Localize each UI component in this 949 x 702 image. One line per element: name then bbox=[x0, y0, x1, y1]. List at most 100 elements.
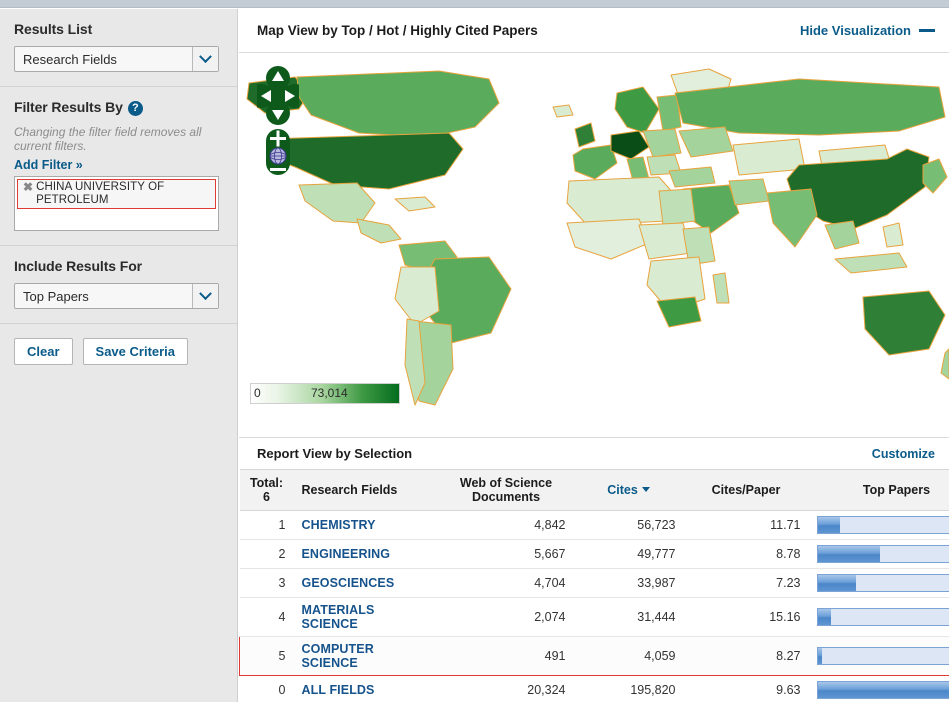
legend-min-value: 0 bbox=[254, 386, 261, 400]
row-cites-per-paper: 7.23 bbox=[684, 569, 809, 598]
column-research-fields: Research Fields bbox=[294, 470, 439, 511]
top-papers-bar: 40 bbox=[817, 516, 949, 534]
column-cites[interactable]: Cites bbox=[574, 470, 684, 511]
row-rank: 0 bbox=[240, 676, 294, 702]
table-row[interactable]: 4MATERIALS SCIENCE2,07431,44415.1624 bbox=[240, 598, 949, 637]
research-field-link[interactable]: CHEMISTRY bbox=[302, 518, 376, 532]
filter-note: Changing the filter field removes all cu… bbox=[14, 125, 223, 153]
research-field-link[interactable]: ENGINEERING bbox=[302, 547, 391, 561]
row-cites-per-paper: 15.16 bbox=[684, 598, 809, 637]
column-top-papers: Top Papers bbox=[809, 470, 949, 511]
map-navigation-control[interactable] bbox=[257, 65, 299, 175]
row-rank: 2 bbox=[240, 540, 294, 569]
row-cites: 4,059 bbox=[574, 637, 684, 676]
report-table: Total: 6 Research Fields Web of Science … bbox=[239, 469, 949, 702]
row-cites-per-paper: 11.71 bbox=[684, 511, 809, 540]
hide-visualization-link[interactable]: Hide Visualization bbox=[800, 23, 935, 38]
column-total: Total: 6 bbox=[240, 470, 294, 511]
table-row[interactable]: 0 ALL FIELDS 20,324195,8209.63 297 bbox=[240, 676, 949, 702]
column-web-of-science-documents: Web of Science Documents bbox=[439, 470, 574, 511]
results-list-selected-value: Research Fields bbox=[15, 52, 117, 67]
row-top-papers: 24 bbox=[809, 598, 949, 637]
close-icon[interactable]: ✖ bbox=[23, 181, 33, 194]
row-top-papers: 297 bbox=[809, 676, 949, 702]
filter-results-title: Filter Results By? bbox=[14, 99, 223, 116]
include-results-section: Include Results For Top Papers bbox=[0, 246, 237, 324]
row-documents: 5,667 bbox=[439, 540, 574, 569]
sidebar: Results List Research Fields Filter Resu… bbox=[0, 9, 238, 702]
row-cites: 195,820 bbox=[574, 676, 684, 702]
table-row[interactable]: 2ENGINEERING5,66749,7778.78112 bbox=[240, 540, 949, 569]
row-cites: 56,723 bbox=[574, 511, 684, 540]
total-value: 6 bbox=[248, 490, 286, 504]
research-field-link[interactable]: ALL FIELDS bbox=[302, 683, 375, 697]
top-papers-bar-fill bbox=[818, 609, 831, 625]
row-top-papers: 9 bbox=[809, 637, 949, 676]
row-research-field: COMPUTER SCIENCE bbox=[294, 637, 439, 676]
research-field-link[interactable]: GEOSCIENCES bbox=[302, 576, 395, 590]
row-cites-per-paper: 8.78 bbox=[684, 540, 809, 569]
chevron-down-icon[interactable] bbox=[192, 47, 218, 71]
row-rank: 1 bbox=[240, 511, 294, 540]
help-icon[interactable]: ? bbox=[128, 101, 143, 116]
row-research-field: MATERIALS SCIENCE bbox=[294, 598, 439, 637]
table-row[interactable]: 1 CHEMISTRY 4,84256,72311.71 40 bbox=[240, 511, 949, 540]
clear-button[interactable]: Clear bbox=[14, 338, 73, 365]
top-papers-bar-fill bbox=[818, 648, 823, 664]
row-documents: 491 bbox=[439, 637, 574, 676]
results-list-section: Results List Research Fields bbox=[0, 9, 237, 87]
top-papers-bar-fill bbox=[818, 575, 857, 591]
customize-link[interactable]: Customize bbox=[872, 447, 935, 461]
table-row[interactable]: 3GEOSCIENCES4,70433,9877.2369 bbox=[240, 569, 949, 598]
row-documents: 2,074 bbox=[439, 598, 574, 637]
row-cites: 31,444 bbox=[574, 598, 684, 637]
top-papers-bar-fill bbox=[818, 682, 949, 698]
minus-icon bbox=[270, 168, 286, 171]
report-title: Report View by Selection bbox=[257, 446, 412, 461]
results-list-select[interactable]: Research Fields bbox=[14, 46, 219, 72]
filter-chip-label: CHINA UNIVERSITY OF PETROLEUM bbox=[36, 181, 212, 206]
legend-max-value: 73,014 bbox=[311, 386, 348, 400]
report-panel: Report View by Selection Customize Total… bbox=[239, 437, 949, 702]
row-research-field: CHEMISTRY bbox=[294, 511, 439, 540]
row-cites-per-paper: 8.27 bbox=[684, 637, 809, 676]
row-cites-per-paper: 9.63 bbox=[684, 676, 809, 702]
row-documents: 4,704 bbox=[439, 569, 574, 598]
top-papers-bar: 24 bbox=[817, 608, 949, 626]
row-documents: 20,324 bbox=[439, 676, 574, 702]
filter-chip[interactable]: ✖ CHINA UNIVERSITY OF PETROLEUM bbox=[17, 179, 216, 209]
save-criteria-button[interactable]: Save Criteria bbox=[83, 338, 189, 365]
active-filters-box[interactable]: ✖ CHINA UNIVERSITY OF PETROLEUM bbox=[14, 176, 219, 231]
filter-section: Filter Results By? Changing the filter f… bbox=[0, 87, 237, 246]
add-filter-link[interactable]: Add Filter » bbox=[14, 158, 83, 172]
research-field-link[interactable]: MATERIALS SCIENCE bbox=[302, 603, 375, 631]
page-root: Results List Research Fields Filter Resu… bbox=[0, 0, 949, 702]
row-documents: 4,842 bbox=[439, 511, 574, 540]
sort-descending-icon bbox=[642, 487, 650, 492]
row-rank: 5 bbox=[240, 637, 294, 676]
top-papers-bar-fill bbox=[818, 546, 881, 562]
chevron-down-icon[interactable] bbox=[192, 284, 218, 308]
table-body: 1 CHEMISTRY 4,84256,72311.71 40 2 ENGINEERING… bbox=[240, 511, 949, 702]
top-papers-bar: 297 bbox=[817, 681, 949, 699]
row-rank: 3 bbox=[240, 569, 294, 598]
filter-results-label: Filter Results By bbox=[14, 99, 123, 115]
column-cites-per-paper: Cites/Paper bbox=[684, 470, 809, 511]
minus-icon bbox=[919, 29, 935, 32]
pan-arrows-icon bbox=[257, 66, 299, 125]
world-map-svg[interactable]: .cn { stroke:#e8a33d; stroke-width:1; st… bbox=[239, 53, 949, 436]
map-panel-header: Map View by Top / Hot / Highly Cited Pap… bbox=[239, 9, 949, 53]
world-map[interactable]: .cn { stroke:#e8a33d; stroke-width:1; st… bbox=[239, 53, 949, 436]
report-header: Report View by Selection Customize bbox=[239, 437, 949, 469]
include-results-title: Include Results For bbox=[14, 258, 223, 274]
table-header-row: Total: 6 Research Fields Web of Science … bbox=[240, 470, 949, 511]
row-top-papers: 69 bbox=[809, 569, 949, 598]
results-list-title: Results List bbox=[14, 21, 223, 37]
sort-cites-link[interactable]: Cites bbox=[607, 483, 638, 497]
include-results-select[interactable]: Top Papers bbox=[14, 283, 219, 309]
browser-chrome-strip bbox=[0, 0, 949, 8]
table-row[interactable]: 5 COMPUTER SCIENCE 4914,0598.279 bbox=[240, 637, 949, 676]
sidebar-actions: Clear Save Criteria bbox=[0, 324, 237, 379]
row-research-field: ALL FIELDS bbox=[294, 676, 439, 702]
research-field-link[interactable]: COMPUTER SCIENCE bbox=[302, 642, 374, 670]
